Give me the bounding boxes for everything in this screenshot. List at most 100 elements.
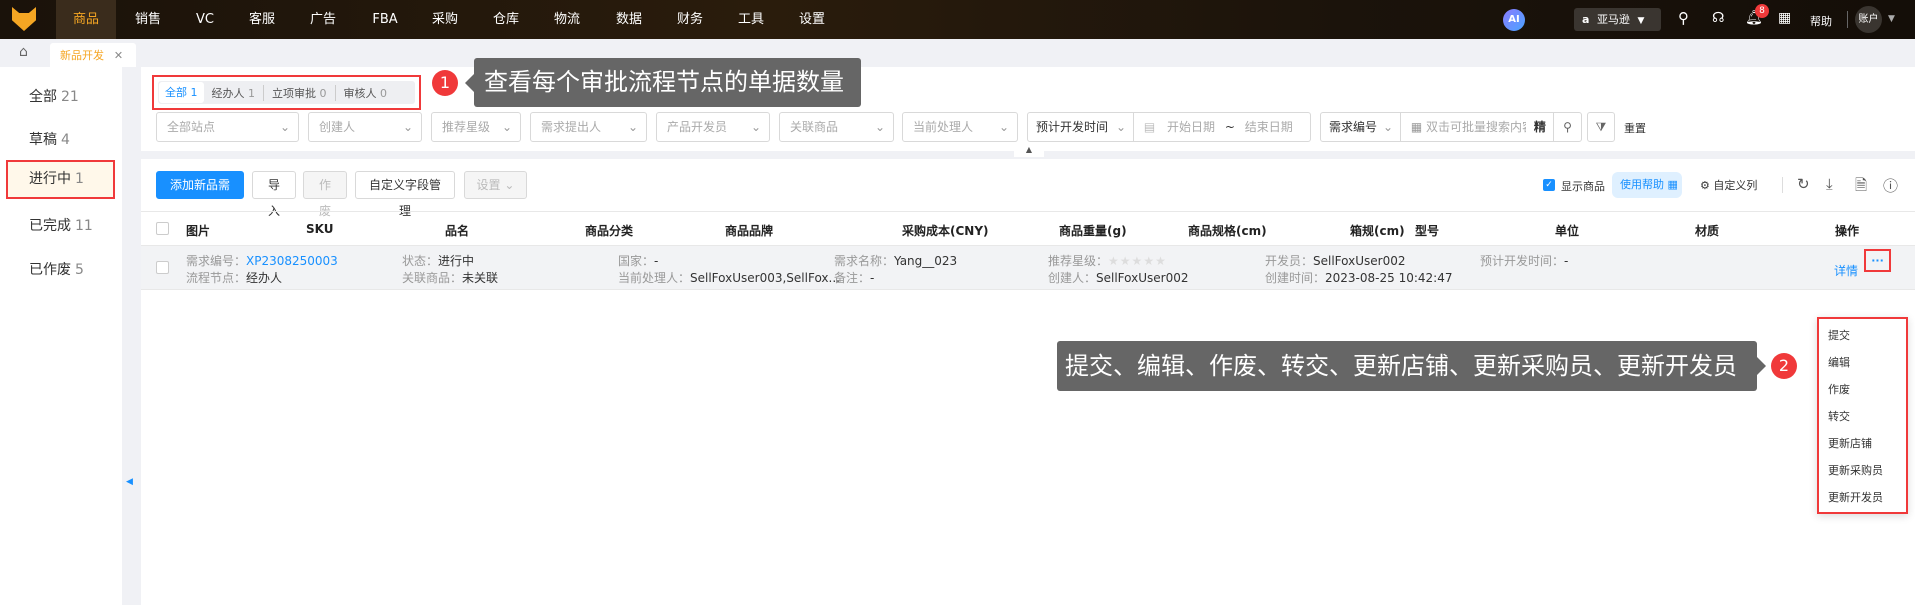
nav-item-sales[interactable]: 销售 (118, 0, 178, 39)
status-field: 状态：进行中 (402, 254, 475, 268)
column-header: 采购成本(CNY) (902, 224, 989, 238)
column-header: 商品重量(g) (1059, 224, 1127, 238)
show-products-checkbox[interactable]: ✓ (1543, 179, 1555, 191)
nav-item-purchase[interactable]: 采购 (415, 0, 475, 39)
chevron-down-icon: ⌄ (1116, 120, 1127, 134)
nav-item-finance[interactable]: 财务 (660, 0, 720, 39)
sidebar-item-label: 全部 (29, 89, 57, 105)
rating-select[interactable]: 推荐星级 ⌄ (431, 112, 521, 142)
search-input[interactable]: 双击可批量搜索内容 (1426, 113, 1526, 141)
menu-item-submit[interactable]: 提交 (1828, 327, 1850, 343)
status-tab-handler[interactable]: 经办人 1 (204, 84, 264, 101)
req-no-link[interactable]: XP2308250003 (246, 254, 338, 268)
search-button[interactable]: ⚲ (1553, 113, 1581, 141)
annotation-badge-1: 1 (432, 70, 458, 96)
exact-search-toggle[interactable]: 精 (1534, 120, 1546, 134)
nav-item-data[interactable]: 数据 (599, 0, 659, 39)
settings-dropdown-button[interactable]: 设置 ⌄ (464, 171, 527, 199)
nav-item-tools[interactable]: 工具 (721, 0, 781, 39)
menu-item-update-developer[interactable]: 更新开发员 (1828, 489, 1883, 505)
chevron-down-icon: ⌄ (501, 120, 512, 134)
star-icon: ★ (1143, 254, 1156, 268)
detail-link[interactable]: 详情 (1834, 262, 1858, 279)
nav-item-fba[interactable]: FBA (355, 0, 415, 39)
linked-product-select[interactable]: 关联商品 ⌄ (779, 112, 894, 142)
top-nav: 商品 销售 VC 客服 广告 FBA 采购 仓库 物流 数据 财务 工具 设置 … (0, 0, 1915, 39)
help-button[interactable]: 使用帮助 ▦ (1612, 172, 1682, 198)
refresh-icon[interactable]: ↻ (1797, 175, 1810, 193)
nav-item-warehouse[interactable]: 仓库 (476, 0, 536, 39)
import-button[interactable]: 导入 (252, 171, 296, 218)
sidebar-item-completed[interactable]: 已完成 11 (29, 215, 93, 235)
menu-item-void[interactable]: 作废 (1828, 381, 1850, 397)
calendar-icon: ▤ (1143, 120, 1156, 134)
nav-item-products[interactable]: 商品 (56, 0, 116, 39)
menu-item-update-store[interactable]: 更新店铺 (1828, 435, 1872, 451)
gear-icon: ⚙ (1700, 179, 1710, 192)
search-icon[interactable]: ⚲ (1678, 9, 1689, 27)
help-link[interactable]: 帮助 (1810, 13, 1832, 29)
close-icon[interactable]: ✕ (114, 49, 123, 62)
nav-item-logistics[interactable]: 物流 (537, 0, 597, 39)
headset-icon[interactable]: ☊ (1712, 10, 1724, 26)
chevron-down-icon: ⌄ (750, 120, 761, 134)
notification-badge: 8 (1755, 4, 1769, 18)
apps-grid-icon[interactable]: ▦ (1778, 10, 1791, 26)
status-tab-reviewer[interactable]: 审核人 0 (336, 85, 396, 101)
tab-new-product-dev[interactable]: 新品开发 ✕ (50, 43, 136, 67)
sidebar-item-label: 草稿 (29, 132, 57, 148)
status-tab-all[interactable]: 全部 1 (159, 82, 204, 103)
sidebar-item-voided[interactable]: 已作废 5 (29, 259, 84, 279)
more-actions-button[interactable]: ··· (1864, 249, 1891, 272)
logo-icon[interactable] (12, 7, 36, 31)
account-avatar[interactable]: 账户 (1855, 6, 1882, 33)
menu-item-update-buyer[interactable]: 更新采购员 (1828, 462, 1883, 478)
nav-item-vc[interactable]: VC (175, 0, 235, 39)
home-icon[interactable]: ⌂ (19, 44, 28, 60)
caret-down-icon[interactable]: ▼ (1888, 14, 1895, 24)
handler-field: 当前处理人：SellFoxUser003,SellFox... (618, 271, 840, 285)
advanced-filter-button[interactable]: ⧩ (1587, 112, 1615, 142)
sidebar-item-label: 已作废 (29, 262, 71, 278)
nav-item-ads[interactable]: 广告 (293, 0, 353, 39)
developer-select[interactable]: 产品开发员 ⌄ (656, 112, 770, 142)
sidebar-item-count: 1 (75, 171, 84, 187)
nav-item-service[interactable]: 客服 (232, 0, 292, 39)
export-doc-icon[interactable]: 🗎︎ (1855, 175, 1867, 200)
creator-select[interactable]: 创建人 ⌄ (308, 112, 422, 142)
collapse-filter-handle[interactable]: ▲ (1014, 145, 1044, 157)
custom-fields-button[interactable]: 自定义字段管理 (355, 171, 455, 218)
chevron-down-icon: ⌄ (402, 120, 413, 134)
menu-item-transfer[interactable]: 转交 (1828, 408, 1850, 424)
developer-field: 开发员：SellFoxUser002 (1265, 254, 1406, 268)
ai-icon[interactable]: AI (1503, 9, 1525, 31)
site-select[interactable]: 全部站点 ⌄ (156, 112, 299, 142)
date-type-select[interactable]: 预计开发时间 ⌄ (1028, 113, 1134, 141)
marketplace-label: 亚马逊 (1596, 13, 1630, 26)
collapse-sidebar-handle[interactable]: ◀ (126, 477, 133, 487)
status-tabs: 全部 1 经办人 1 立项审批 0 审核人 0 (152, 75, 421, 110)
column-header: 商品分类 (585, 224, 634, 238)
menu-item-edit[interactable]: 编辑 (1828, 354, 1850, 370)
search-type-select[interactable]: 需求编号 ⌄ (1321, 113, 1401, 141)
sidebar-item-in-progress[interactable]: 进行中 1 (6, 160, 115, 199)
sidebar-item-draft[interactable]: 草稿 4 (29, 129, 70, 149)
add-new-product-button[interactable]: 添加新品需求 (156, 171, 244, 218)
reset-button[interactable]: 重置 (1624, 120, 1646, 136)
custom-columns-button[interactable]: ⚙ 自定义列 (1700, 177, 1757, 193)
handler-select[interactable]: 当前处理人 ⌄ (902, 112, 1018, 142)
end-date-input[interactable]: 结束日期 (1245, 120, 1293, 134)
select-all-checkbox[interactable] (156, 222, 169, 235)
marketplace-selector[interactable]: a 亚马逊 ▼ (1574, 8, 1661, 31)
batch-search-icon[interactable]: ▦ (1411, 120, 1422, 134)
requester-select[interactable]: 需求提出人 ⌄ (530, 112, 647, 142)
row-checkbox[interactable] (156, 261, 169, 274)
sidebar-item-all[interactable]: 全部 21 (29, 86, 79, 106)
question-icon[interactable]: ⓘ (1883, 175, 1898, 196)
country-field: 国家：- (618, 254, 659, 268)
start-date-input[interactable]: 开始日期 (1167, 120, 1215, 134)
download-icon[interactable]: ⤓ (1826, 175, 1833, 193)
void-button[interactable]: 作废 (303, 171, 347, 218)
nav-item-settings[interactable]: 设置 (782, 0, 842, 39)
status-tab-approval[interactable]: 立项审批 0 (264, 84, 336, 101)
